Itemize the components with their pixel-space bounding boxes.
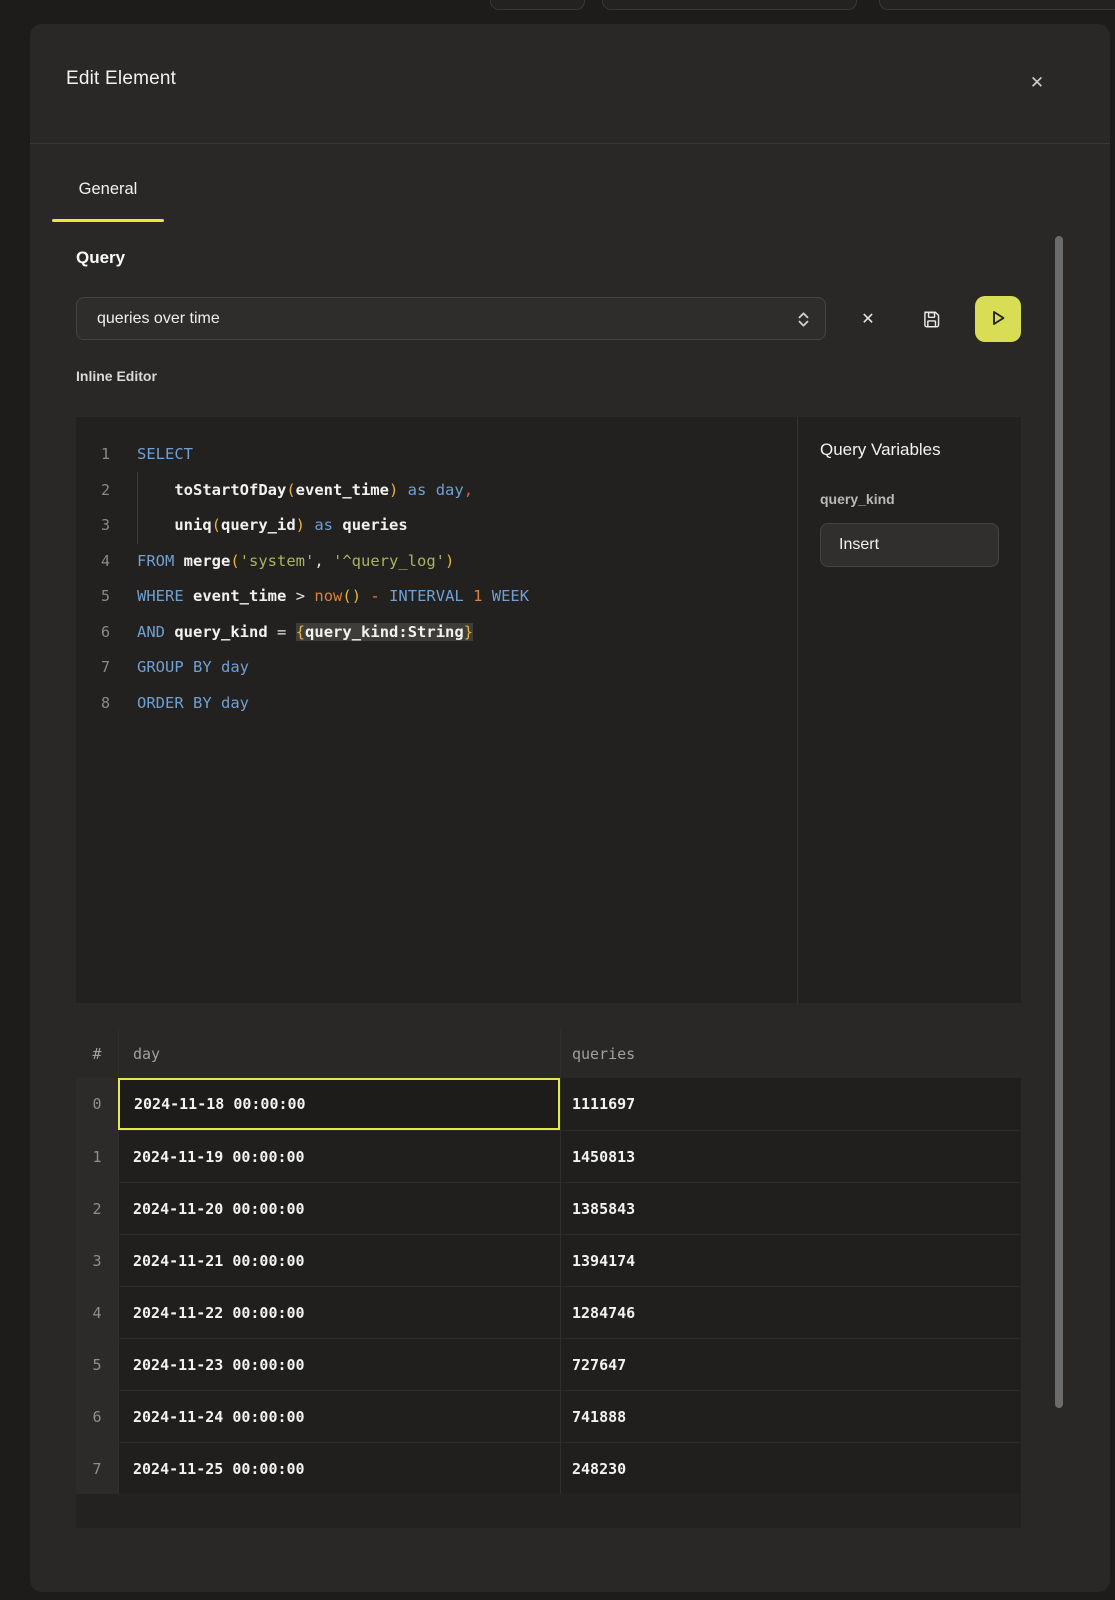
code-line: 2 toStartOfDay(event_time) as day, (76, 473, 797, 509)
close-icon[interactable]: ✕ (1020, 66, 1054, 100)
code-line: 4FROM merge('system', '^query_log') (76, 544, 797, 580)
code-line: 8ORDER BY day (76, 686, 797, 722)
code-text: WHERE event_time > now() - INTERVAL 1 WE… (137, 579, 529, 615)
table-row: 62024-11-24 00:00:00741888 (76, 1390, 1021, 1442)
row-index-cell[interactable]: 7 (76, 1442, 118, 1494)
line-number: 2 (76, 473, 137, 509)
sql-code-editor[interactable]: 1SELECT2 toStartOfDay(event_time) as day… (76, 417, 797, 1003)
line-number: 3 (76, 508, 137, 544)
page-background: Edit Element ✕ General Query queries ove… (0, 0, 1115, 1600)
query-section-heading: Query (76, 248, 125, 268)
run-query-button[interactable] (975, 296, 1021, 342)
query-variables-title: Query Variables (820, 440, 941, 460)
code-text: GROUP BY day (137, 650, 249, 686)
line-number: 8 (76, 686, 137, 722)
table-cell-day[interactable]: 2024-11-22 00:00:00 (118, 1286, 560, 1338)
table-cell-day[interactable]: 2024-11-25 00:00:00 (118, 1442, 560, 1494)
unfold-chevrons-icon (795, 310, 812, 334)
tab-label: General (52, 180, 164, 199)
row-index-cell[interactable]: 4 (76, 1286, 118, 1338)
table-row: 42024-11-22 00:00:001284746 (76, 1286, 1021, 1338)
results-table-header: # day queries (76, 1030, 1021, 1078)
table-row: 52024-11-23 00:00:00727647 (76, 1338, 1021, 1390)
column-header-day: day (118, 1030, 560, 1078)
vertical-scrollbar[interactable] (1055, 236, 1063, 1408)
background-toolbar-button[interactable] (879, 0, 1115, 10)
background-toolbar-button[interactable] (602, 0, 857, 10)
inline-editor-panel: 1SELECT2 toStartOfDay(event_time) as day… (76, 417, 1021, 1003)
play-icon (986, 306, 1010, 333)
table-cell-queries[interactable]: 1284746 (560, 1286, 1021, 1338)
column-header-index: # (76, 1030, 118, 1078)
table-cell-queries[interactable]: 248230 (560, 1442, 1021, 1494)
table-row: 72024-11-25 00:00:00248230 (76, 1442, 1021, 1494)
row-index-cell[interactable]: 5 (76, 1338, 118, 1390)
query-select-value: queries over time (77, 310, 220, 328)
clear-query-icon[interactable]: ✕ (852, 303, 884, 335)
line-number: 4 (76, 544, 137, 580)
line-number: 7 (76, 650, 137, 686)
variable-name: query_kind (820, 491, 895, 507)
results-table-body: 02024-11-18 00:00:00111169712024-11-19 0… (76, 1078, 1021, 1494)
table-row: 02024-11-18 00:00:001111697 (76, 1078, 1021, 1130)
selected-table-cell[interactable]: 2024-11-18 00:00:00 (118, 1078, 560, 1130)
code-text: ORDER BY day (137, 686, 249, 722)
table-row: 12024-11-19 00:00:001450813 (76, 1130, 1021, 1182)
results-table: # day queries 02024-11-18 00:00:00111169… (76, 1030, 1021, 1528)
table-cell-queries[interactable]: 1385843 (560, 1182, 1021, 1234)
code-text: toStartOfDay(event_time) as day, (137, 473, 473, 509)
table-footer-strip (76, 1494, 1021, 1528)
line-number: 5 (76, 579, 137, 615)
code-text: uniq(query_id) as queries (137, 508, 408, 544)
code-line: 5WHERE event_time > now() - INTERVAL 1 W… (76, 579, 797, 615)
line-number: 6 (76, 615, 137, 651)
row-index-cell[interactable]: 6 (76, 1390, 118, 1442)
table-cell-queries[interactable]: 727647 (560, 1338, 1021, 1390)
header-divider (30, 143, 1110, 144)
code-line: 7GROUP BY day (76, 650, 797, 686)
table-cell-queries[interactable]: 1450813 (560, 1130, 1021, 1182)
query-select[interactable]: queries over time (76, 297, 826, 340)
table-cell-day[interactable]: 2024-11-23 00:00:00 (118, 1338, 560, 1390)
code-text: AND query_kind = {query_kind:String} (137, 615, 473, 651)
line-number: 1 (76, 437, 137, 473)
table-row: 22024-11-20 00:00:001385843 (76, 1182, 1021, 1234)
background-toolbar-button[interactable] (490, 0, 585, 10)
active-tab-underline (52, 219, 164, 222)
table-cell-day[interactable]: 2024-11-21 00:00:00 (118, 1234, 560, 1286)
code-line: 3 uniq(query_id) as queries (76, 508, 797, 544)
edit-element-dialog: Edit Element ✕ General Query queries ove… (30, 24, 1110, 1592)
table-cell-queries[interactable]: 1394174 (560, 1234, 1021, 1286)
row-index-cell[interactable]: 1 (76, 1130, 118, 1182)
row-index-cell[interactable]: 3 (76, 1234, 118, 1286)
table-row: 32024-11-21 00:00:001394174 (76, 1234, 1021, 1286)
table-cell-day[interactable]: 2024-11-24 00:00:00 (118, 1390, 560, 1442)
table-cell-queries[interactable]: 1111697 (560, 1078, 1021, 1130)
code-line: 1SELECT (76, 437, 797, 473)
column-header-queries: queries (560, 1030, 1021, 1078)
row-index-cell[interactable]: 0 (76, 1078, 118, 1130)
table-cell-day[interactable]: 2024-11-20 00:00:00 (118, 1182, 560, 1234)
dialog-title: Edit Element (66, 68, 176, 90)
code-line: 6AND query_kind = {query_kind:String} (76, 615, 797, 651)
code-text: SELECT (137, 437, 193, 473)
indent-guide (137, 472, 138, 544)
tab-general[interactable]: General (52, 156, 164, 222)
row-index-cell[interactable]: 2 (76, 1182, 118, 1234)
save-icon[interactable] (916, 303, 948, 335)
inline-editor-label: Inline Editor (76, 368, 157, 384)
table-cell-queries[interactable]: 741888 (560, 1390, 1021, 1442)
code-text: FROM merge('system', '^query_log') (137, 544, 454, 580)
insert-variable-button[interactable]: Insert (820, 523, 999, 567)
table-cell-day[interactable]: 2024-11-19 00:00:00 (118, 1130, 560, 1182)
query-variables-panel: Query Variables query_kind Insert (798, 417, 1021, 1003)
